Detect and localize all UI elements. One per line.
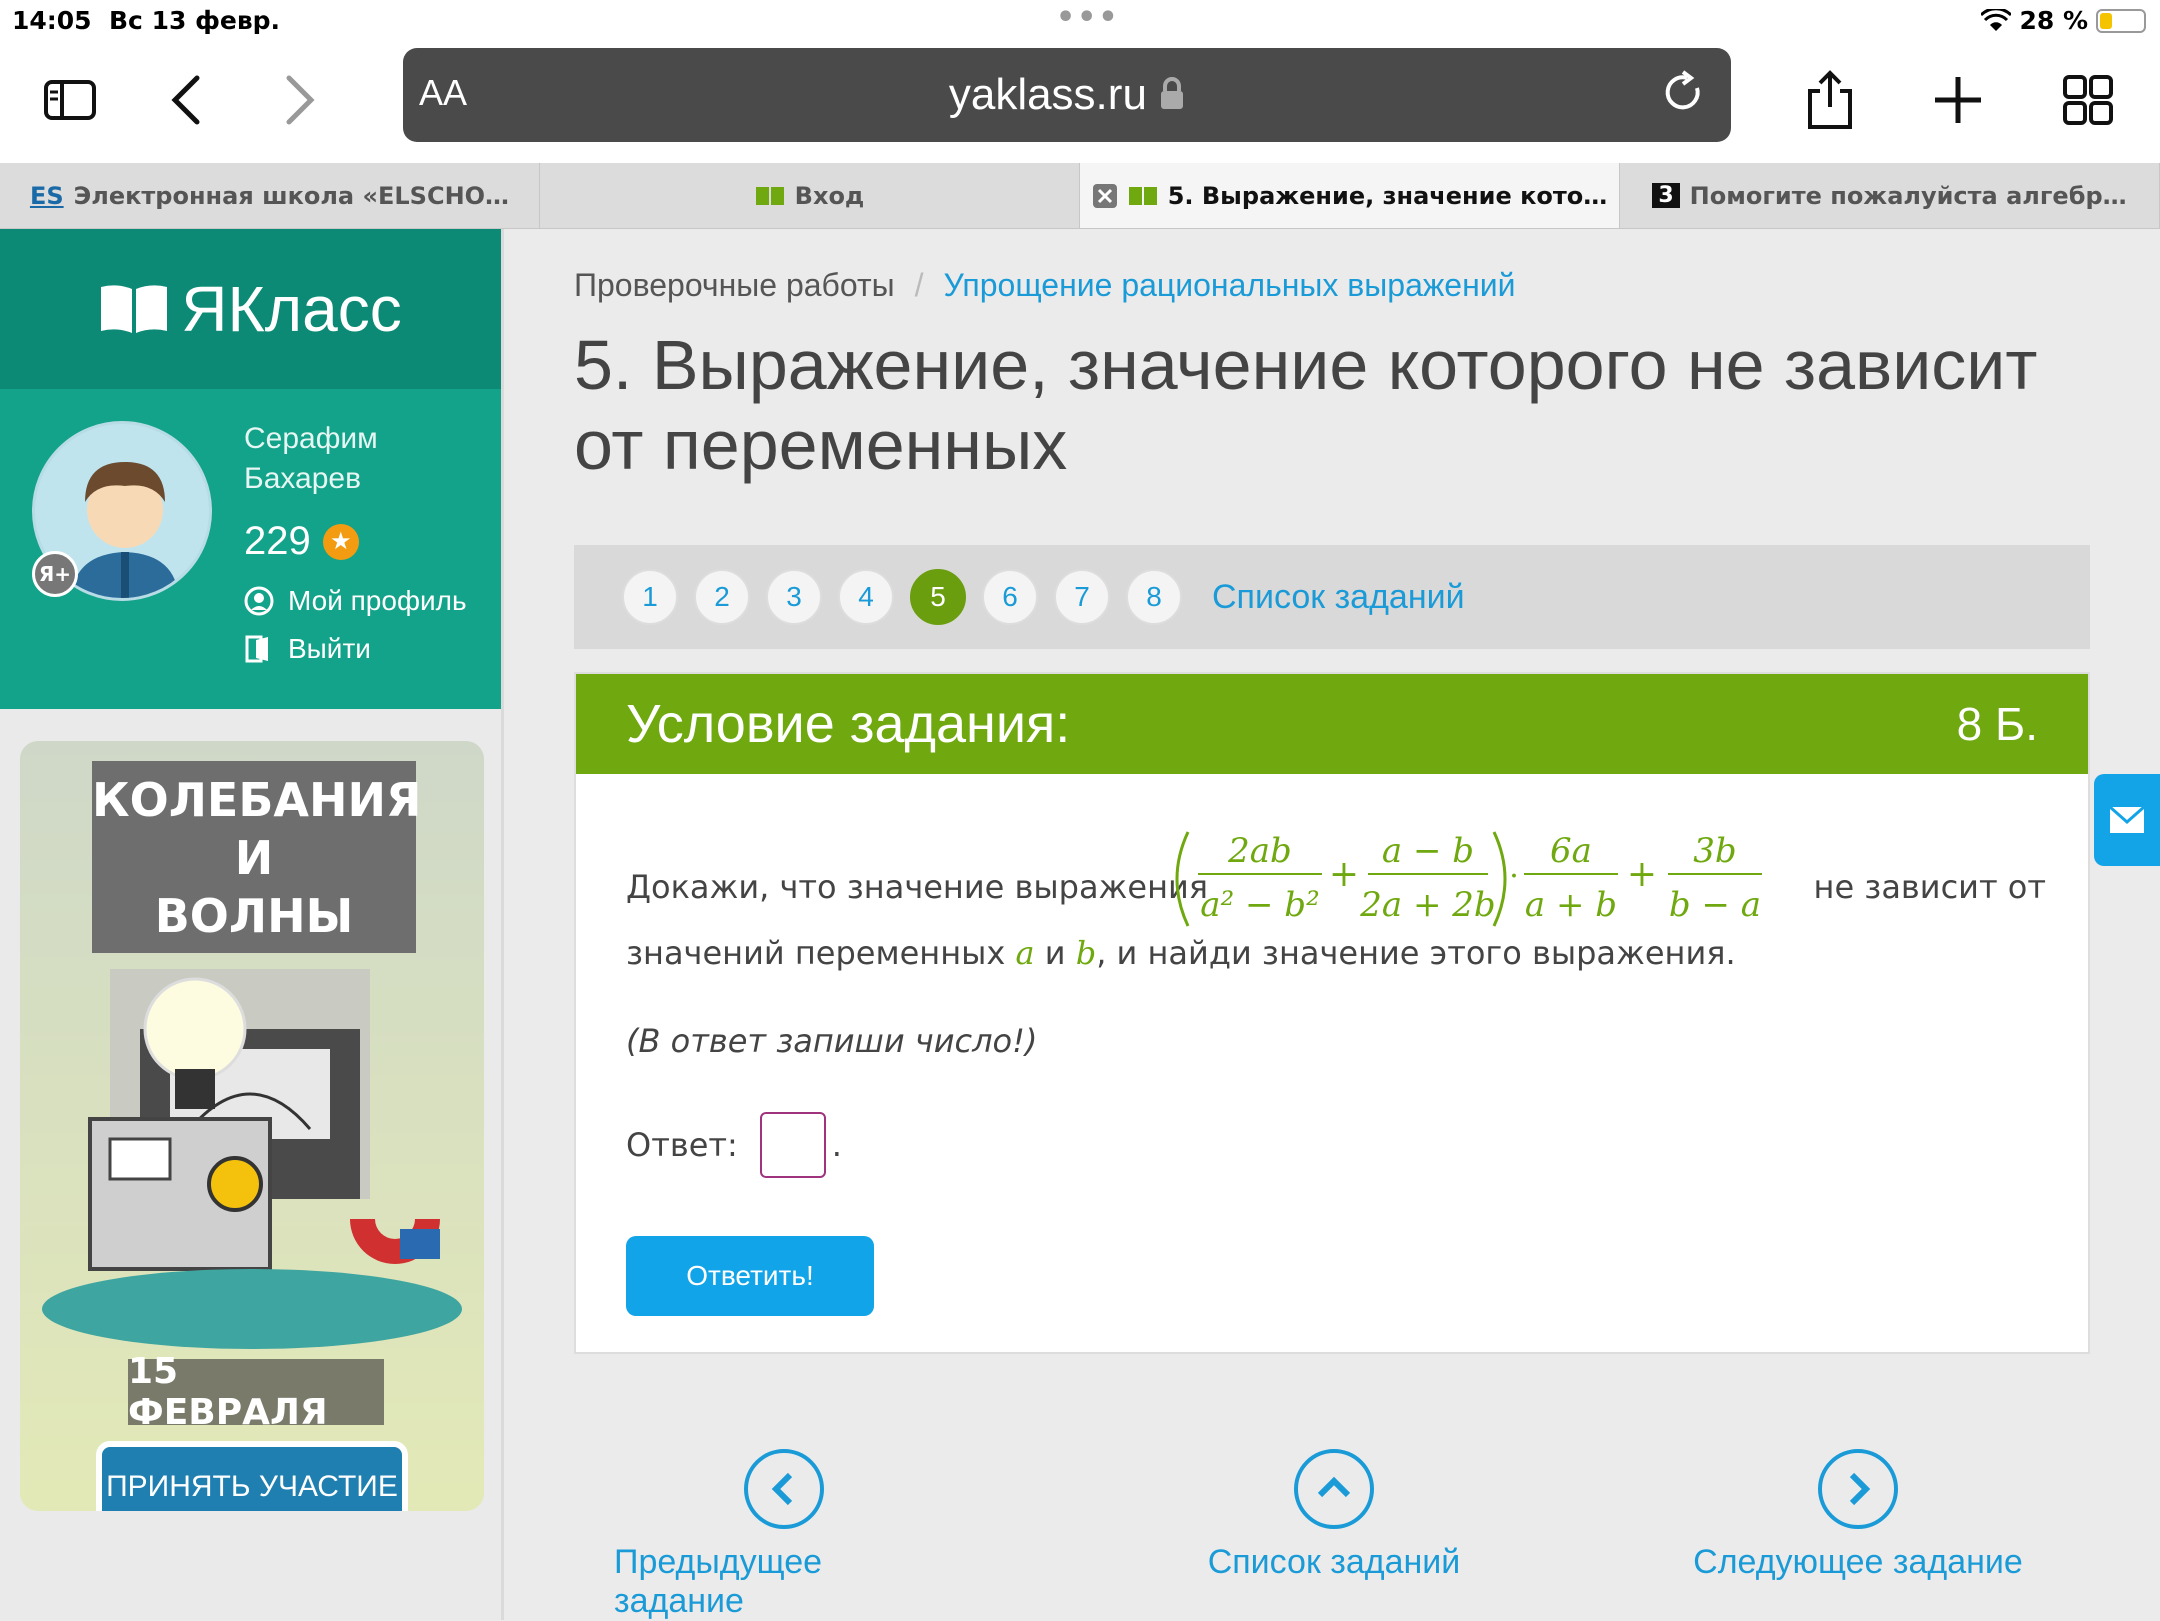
bottom-navigation: Предыдущее задание Список заданий Следую…: [574, 1449, 2090, 1620]
tab-overview-icon[interactable]: [2058, 70, 2118, 130]
feedback-mail-button[interactable]: [2094, 774, 2160, 866]
status-time: 14:05 Вс 13 февр.: [12, 6, 281, 35]
page-7-button[interactable]: 7: [1054, 569, 1110, 625]
task-list-link[interactable]: Список заданий: [1212, 578, 1465, 617]
fraction-1-numerator: 2ab: [1227, 831, 1292, 871]
site-logo[interactable]: ЯКласс: [0, 229, 501, 389]
fraction-2-denominator: 2a + 2b: [1359, 885, 1495, 925]
sidebar: ЯКласс Я+ Серафим Бахарев 229 ★ Мой проф…: [0, 229, 504, 1620]
star-icon: ★: [322, 523, 359, 560]
page-4-button[interactable]: 4: [838, 569, 894, 625]
user-points: 229 ★: [244, 519, 359, 564]
logout-link[interactable]: Выйти: [244, 633, 371, 665]
banner-participate-button[interactable]: ПРИНЯТЬ УЧАСТИЕ: [96, 1441, 408, 1511]
fraction-4-numerator: 3b: [1693, 831, 1736, 871]
browser-toolbar: AA yaklass.ru: [0, 40, 2160, 163]
question-prefix: Докажи, что значение выражения: [626, 868, 1209, 906]
answer-label: Ответ:: [626, 1126, 738, 1164]
banner-title: КОЛЕБАНИЯ И ВОЛНЫ: [92, 761, 421, 953]
tab-elschool[interactable]: ES Электронная школа «ELSCHO…: [0, 163, 540, 228]
my-profile-link[interactable]: Мой профиль: [244, 585, 467, 617]
ya-plus-badge[interactable]: Я+: [32, 551, 78, 597]
breadcrumb-current[interactable]: Упрощение рациональных выражений: [944, 267, 1516, 304]
page-8-button[interactable]: 8: [1126, 569, 1182, 625]
variable-a: a: [1015, 934, 1035, 972]
breadcrumb-separator: /: [914, 267, 924, 303]
book-logo-icon: [101, 285, 168, 333]
fraction-3-denominator: a + b: [1525, 885, 1617, 925]
answer-note: (В ответ запиши число!): [626, 1022, 1038, 1060]
close-tab-icon[interactable]: [1092, 183, 1118, 209]
tab-znanija[interactable]: 3 Помогите пожалуйста алгебр…: [1620, 163, 2160, 228]
status-right: 28 %: [1981, 6, 2146, 35]
page-1-button[interactable]: 1: [622, 569, 678, 625]
plus-sign: +: [1329, 854, 1359, 895]
fraction-3-numerator: 6a: [1550, 831, 1592, 871]
answer-dot: .: [831, 1126, 842, 1164]
banner-date: 15 ФЕВРАЛЯ: [128, 1351, 384, 1433]
lock-icon: [1161, 77, 1184, 109]
answer-input[interactable]: [759, 1112, 826, 1178]
chevron-left-icon: [744, 1449, 824, 1529]
es-favicon-icon: ES: [29, 181, 64, 210]
answer-row: Ответ: .: [626, 1112, 842, 1178]
prev-task-link[interactable]: Предыдущее задание: [614, 1449, 954, 1621]
task-pager: 1 2 3 4 5 6 7 8 Список заданий: [574, 545, 2090, 649]
fraction-2-numerator: a − b: [1382, 831, 1474, 871]
new-tab-icon[interactable]: [1928, 70, 1988, 130]
question-line-2: значений переменных a и b, и найди значе…: [626, 934, 1736, 972]
user-profile-panel: Я+ Серафим Бахарев 229 ★ Мой профиль Вый…: [0, 389, 501, 709]
battery-icon: [2096, 8, 2146, 33]
page-5-button[interactable]: 5: [910, 569, 966, 625]
book-favicon-icon: [755, 186, 784, 205]
share-icon[interactable]: [1800, 70, 1860, 130]
fraction-4-denominator: b − a: [1669, 885, 1761, 925]
sidebar-toggle-icon[interactable]: [40, 70, 100, 130]
battery-percent: 28 %: [2019, 6, 2088, 35]
task-header: Условие задания: 8 Б.: [576, 674, 2088, 774]
tab-login[interactable]: Вход: [540, 163, 1080, 228]
question-line-1: Докажи, что значение выражения 2ab a² − …: [626, 824, 2046, 934]
task-card: Условие задания: 8 Б. Докажи, что значен…: [574, 672, 2090, 1354]
question-suffix: не зависит от: [1813, 868, 2046, 906]
address-bar[interactable]: AA yaklass.ru: [403, 48, 1731, 142]
logout-icon: [245, 635, 268, 663]
next-task-link[interactable]: Следующее задание: [1688, 1449, 2028, 1582]
status-bar: 14:05 Вс 13 февр. ••• 28 %: [0, 0, 2160, 40]
task-score: 8 Б.: [1956, 698, 2038, 750]
dot-sign: ·: [1509, 859, 1519, 894]
book-favicon-icon: [1128, 186, 1157, 205]
fraction-1-denominator: a² − b²: [1200, 885, 1319, 925]
user-circle-icon: [244, 586, 274, 616]
znanija-favicon-icon: 3: [1652, 183, 1680, 208]
wifi-icon: [1981, 8, 2012, 31]
page-2-button[interactable]: 2: [694, 569, 750, 625]
user-name: Серафим Бахарев: [244, 422, 378, 495]
submit-answer-button[interactable]: Ответить!: [626, 1236, 874, 1316]
tab-current-task[interactable]: 5. Выражение, значение кото…: [1080, 163, 1620, 228]
variable-b: b: [1075, 934, 1097, 972]
page-title: 5. Выражение, значение которого не завис…: [574, 326, 2038, 484]
page-3-button[interactable]: 3: [766, 569, 822, 625]
reload-icon[interactable]: [1663, 70, 1705, 120]
url-host[interactable]: yaklass.ru: [403, 70, 1731, 120]
task-header-title: Условие задания:: [626, 694, 1071, 754]
breadcrumb-root[interactable]: Проверочные работы: [574, 267, 895, 304]
page-6-button[interactable]: 6: [982, 569, 1038, 625]
math-formula: 2ab a² − b² + a − b 2a + 2b · 6a a + b +…: [1175, 831, 1762, 927]
physics-lab-illustration: [42, 969, 462, 1349]
back-icon[interactable]: [156, 70, 216, 130]
multitask-dots-icon[interactable]: •••: [1056, 0, 1120, 35]
task-list-bottom-link[interactable]: Список заданий: [1164, 1449, 1504, 1582]
plus-sign: +: [1627, 854, 1657, 895]
chevron-up-icon: [1294, 1449, 1374, 1529]
chevron-right-icon: [1818, 1449, 1898, 1529]
promo-banner[interactable]: КОЛЕБАНИЯ И ВОЛНЫ 15 ФЕВРАЛЯ ПРИНЯТЬ УЧА…: [20, 741, 484, 1511]
breadcrumb: Проверочные работы / Упрощение рациональ…: [574, 267, 1516, 304]
mail-icon: [2109, 806, 2145, 833]
forward-icon[interactable]: [270, 70, 330, 130]
browser-tabs: ES Электронная школа «ELSCHO… Вход 5. Вы…: [0, 163, 2160, 229]
